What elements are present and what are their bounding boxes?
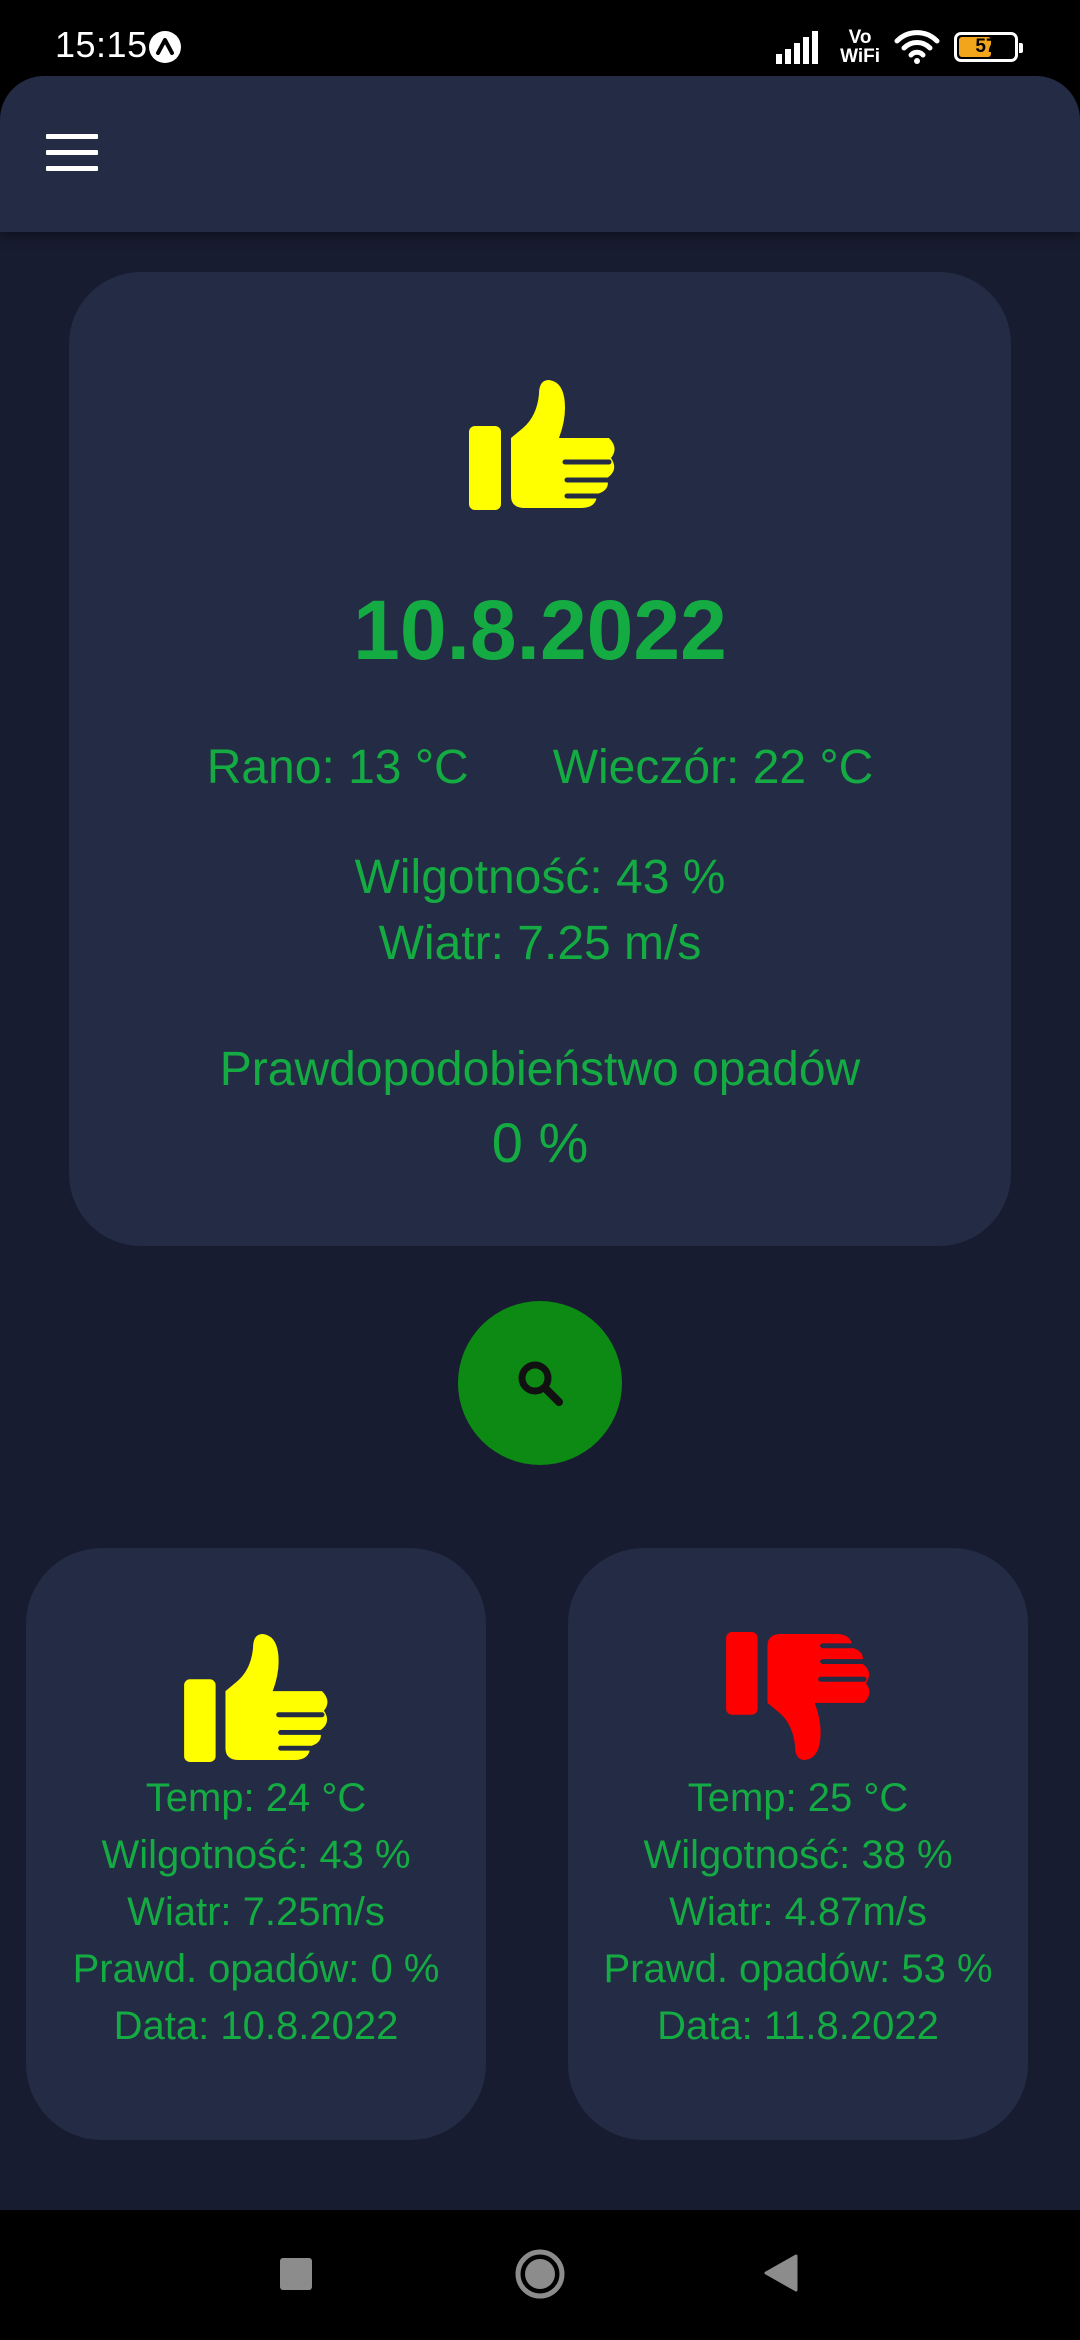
- hamburger-menu-icon[interactable]: [46, 134, 98, 172]
- card-wind: Wiatr: 4.87m/s: [669, 1890, 927, 1934]
- app-screen: 10.8.2022 Rano: 13 °C Wieczór: 22 °C Wilg…: [0, 76, 1080, 2210]
- forecast-date: 10.8.2022: [353, 583, 727, 677]
- battery-nub: [1019, 43, 1023, 53]
- morning-temp: Rano: 13 °C: [206, 741, 469, 794]
- app-notification-icon: [149, 31, 181, 63]
- card-humidity: Wilgotność: 43 %: [101, 1833, 411, 1877]
- card-precip: Prawd. opadów: 53 %: [603, 1947, 993, 1991]
- card-details: Temp: 25 °C Wilgotność: 38 % Wiatr: 4.87…: [568, 1770, 1028, 2055]
- thumbs-up-icon: [184, 1633, 328, 1762]
- forecast-card-day-1[interactable]: Temp: 24 °C Wilgotność: 43 % Wiatr: 7.25…: [26, 1548, 486, 2140]
- forecast-card-day-2[interactable]: Temp: 25 °C Wilgotność: 38 % Wiatr: 4.87…: [568, 1548, 1028, 2140]
- card-wind: Wiatr: 7.25m/s: [127, 1890, 385, 1934]
- evening-temp: Wieczór: 22 °C: [552, 741, 874, 794]
- app-header: [0, 76, 1080, 232]
- thumbs-down-icon: [726, 1632, 870, 1761]
- vowifi-top: Vo: [848, 27, 872, 48]
- status-indicators: Vo WiFi 57: [776, 24, 1023, 70]
- humidity-value: Wilgotność: 43 %: [354, 851, 726, 904]
- navigation-bar: [0, 2210, 1080, 2340]
- vowifi-bottom: WiFi: [840, 46, 880, 67]
- card-date: Data: 11.8.2022: [657, 2004, 939, 2048]
- card-temp: Temp: 25 °C: [687, 1776, 909, 1820]
- status-bar: 15:15 Vo WiFi 57: [0, 0, 1080, 76]
- battery-icon: 57: [954, 32, 1023, 62]
- triangle-back-icon[interactable]: [764, 2254, 798, 2292]
- circle-home-icon[interactable]: [514, 2248, 566, 2300]
- wifi-icon: [894, 30, 940, 64]
- card-humidity: Wilgotność: 38 %: [643, 1833, 953, 1877]
- card-precip: Prawd. opadów: 0 %: [72, 1947, 440, 1991]
- card-temp: Temp: 24 °C: [145, 1776, 367, 1820]
- precip-value: 0 %: [491, 1111, 589, 1174]
- battery-level: 57: [975, 36, 997, 57]
- search-icon: [518, 1361, 563, 1406]
- day-temperatures: Rano: 13 °C Wieczór: 22 °C: [69, 740, 1011, 795]
- card-date: Data: 10.8.2022: [113, 2004, 399, 2048]
- status-time: 15:15: [55, 24, 148, 65]
- thumbs-up-icon: [469, 380, 615, 510]
- wind-value: Wiatr: 7.25 m/s: [378, 917, 702, 970]
- square-recents-icon[interactable]: [280, 2258, 312, 2290]
- card-details: Temp: 24 °C Wilgotność: 43 % Wiatr: 7.25…: [26, 1770, 486, 2055]
- signal-icon: [776, 31, 819, 64]
- precip-label: Prawdopodobieństwo opadów: [219, 1043, 861, 1096]
- search-button[interactable]: [458, 1301, 622, 1465]
- main-forecast-card: 10.8.2022 Rano: 13 °C Wieczór: 22 °C Wilg…: [69, 272, 1011, 1246]
- vowifi-label: Vo WiFi: [840, 28, 880, 66]
